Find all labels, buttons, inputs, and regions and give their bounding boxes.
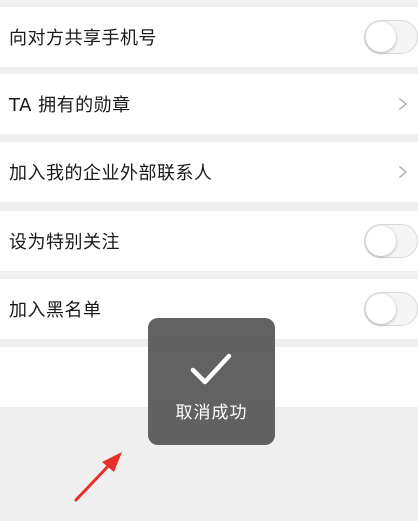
share-phone-toggle[interactable]: [364, 20, 418, 54]
medals-label: TA 拥有的勋章: [9, 95, 131, 116]
toast-message: 取消成功: [175, 403, 248, 423]
blacklist-label: 加入黑名单: [9, 300, 102, 321]
chevron-right-icon: [399, 98, 407, 110]
enterprise-contact-label: 加入我的企业外部联系人: [9, 163, 213, 184]
share-phone-label: 向对方共享手机号: [9, 28, 157, 49]
special-follow-label: 设为特别关注: [9, 232, 120, 253]
share-phone-row[interactable]: 向对方共享手机号: [0, 7, 418, 67]
checkmark-icon: [190, 353, 232, 385]
special-follow-toggle[interactable]: [364, 224, 418, 258]
red-arrow-icon: [74, 452, 122, 502]
chevron-right-icon: [399, 166, 407, 178]
toggle-knob: [366, 22, 396, 52]
enterprise-contact-row[interactable]: 加入我的企业外部联系人: [0, 142, 418, 202]
medals-row[interactable]: TA 拥有的勋章: [0, 74, 418, 134]
contact-settings-screen: 向对方共享手机号 TA 拥有的勋章 加入我的企业外部联系人 设为特别关注 加入黑…: [0, 0, 418, 521]
special-follow-row[interactable]: 设为特别关注: [0, 211, 418, 271]
blacklist-toggle[interactable]: [364, 292, 418, 326]
toggle-knob: [366, 226, 396, 256]
success-toast: 取消成功: [148, 318, 275, 445]
toggle-knob: [366, 294, 396, 324]
